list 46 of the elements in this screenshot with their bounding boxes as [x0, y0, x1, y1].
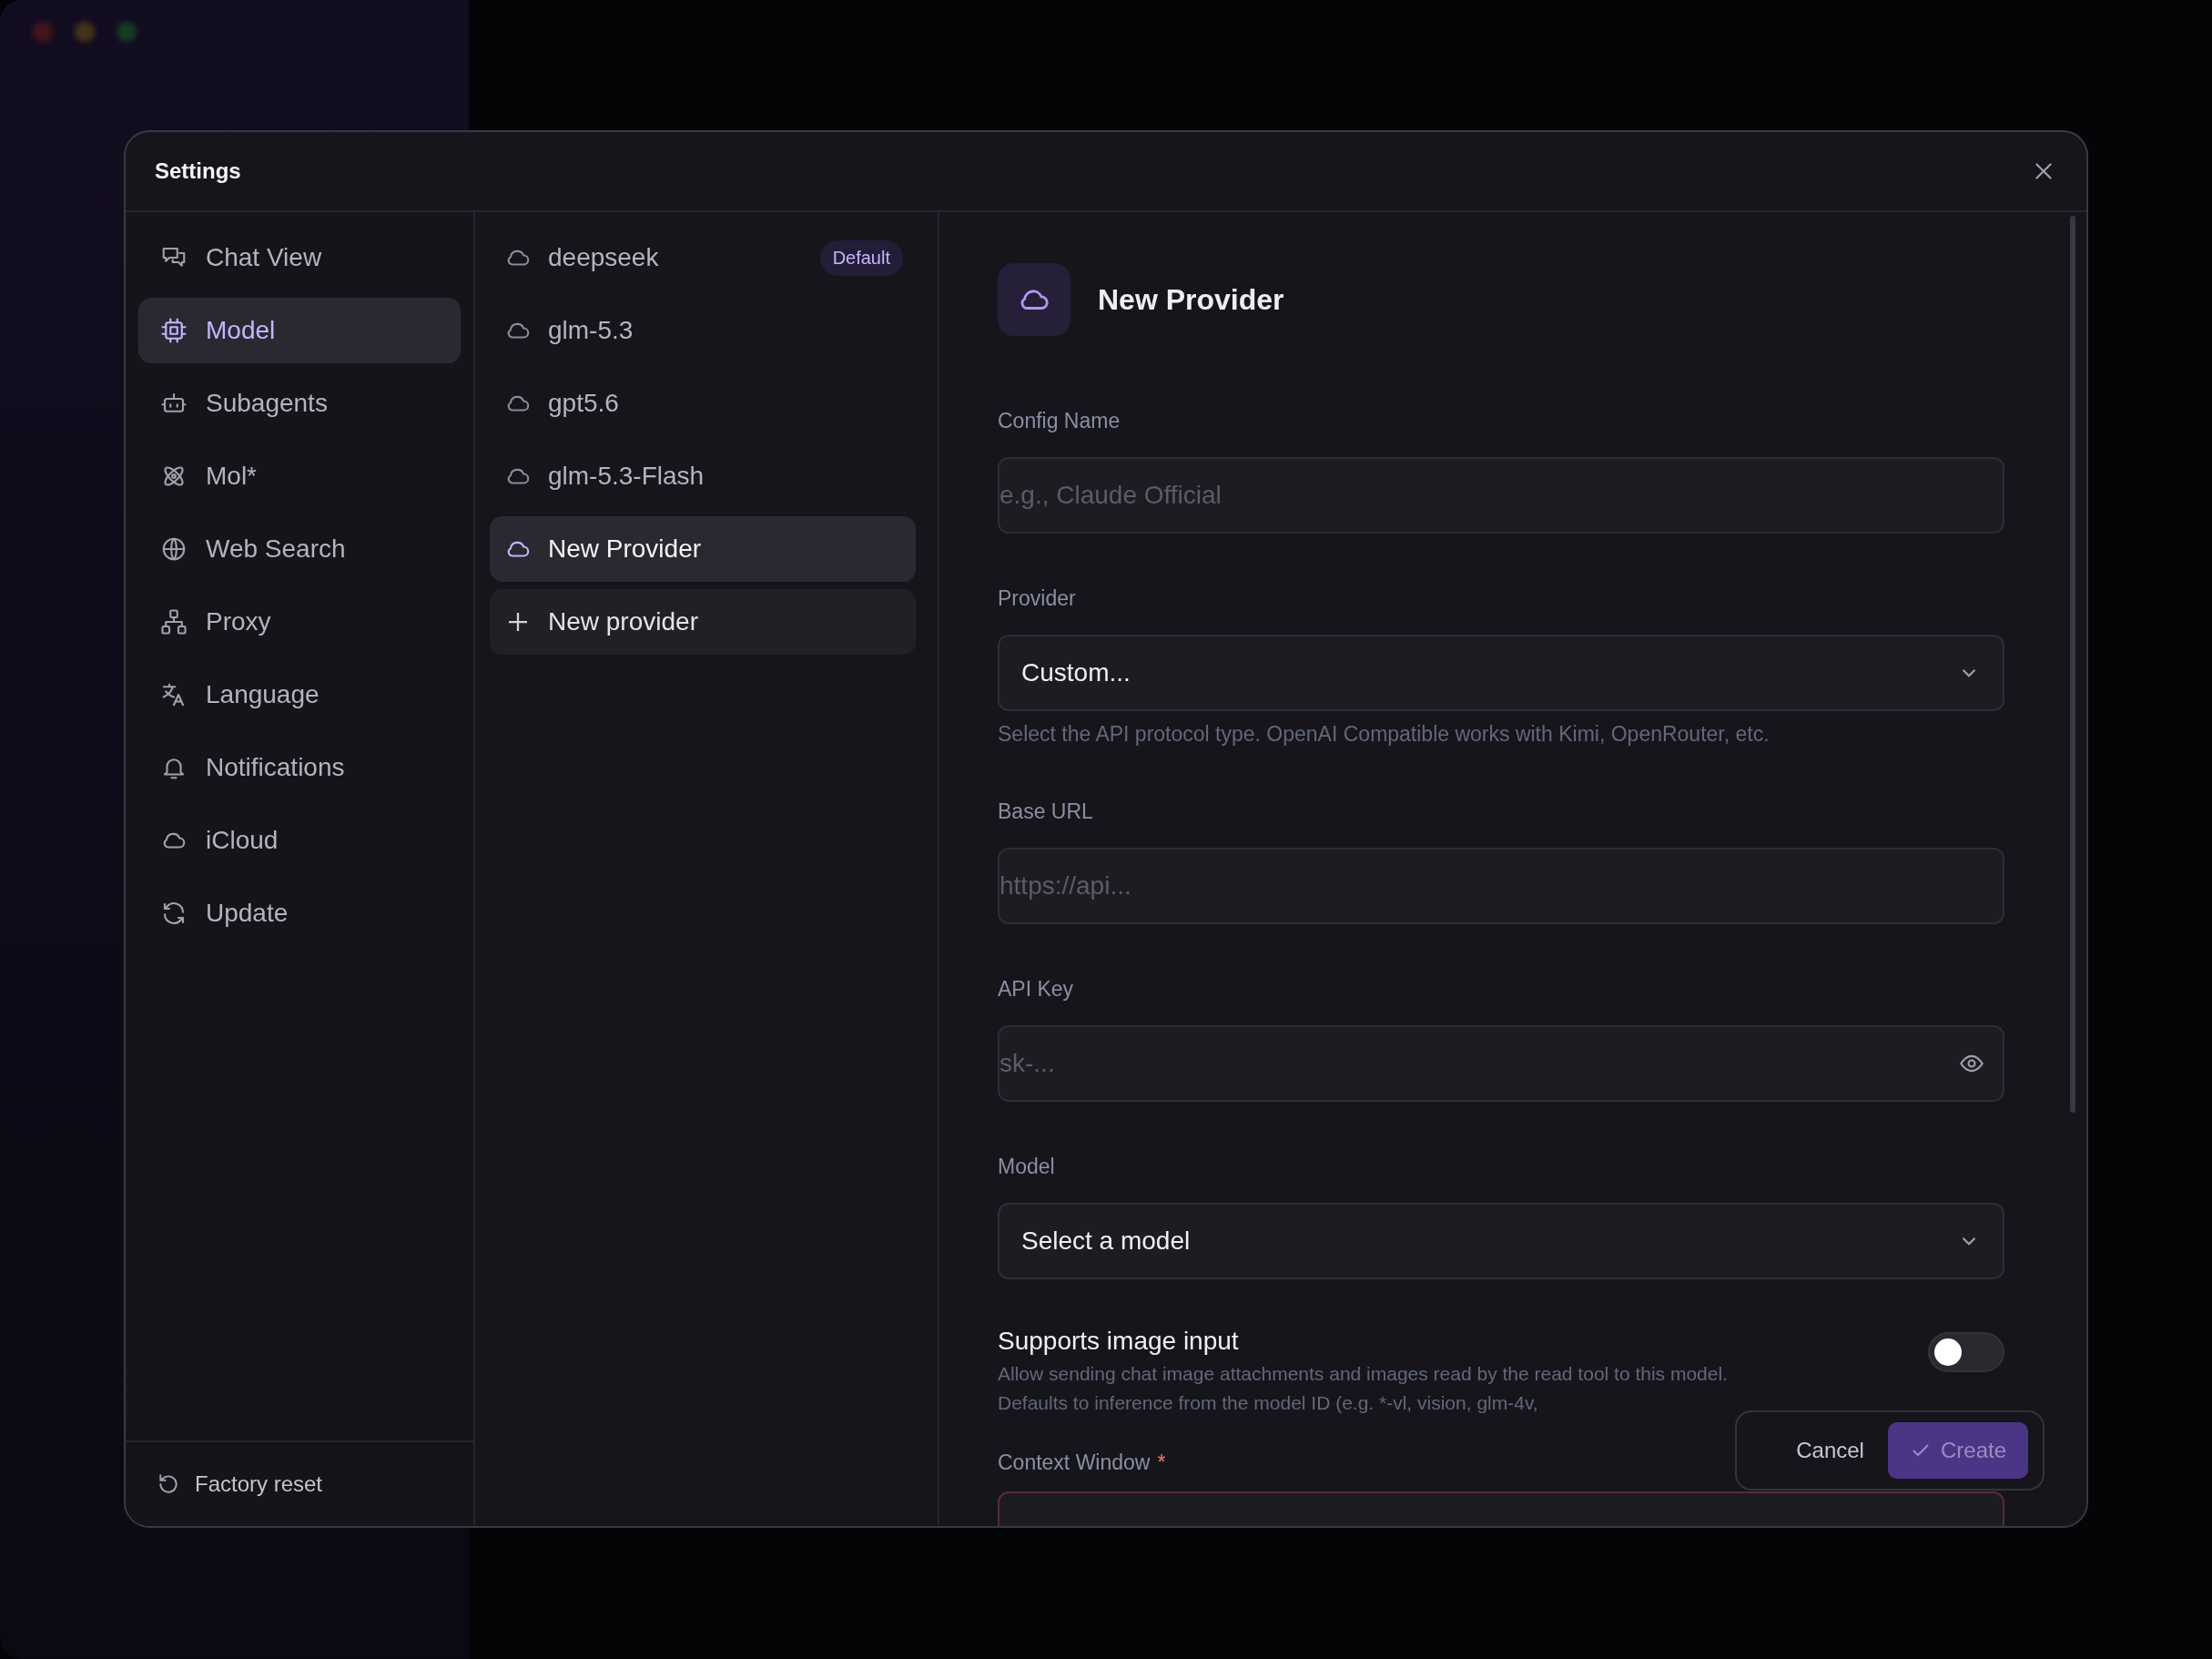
- nav-item[interactable]: Notifications: [138, 735, 461, 800]
- scrollbar[interactable]: [2070, 216, 2075, 1113]
- field-label: Config Name: [998, 409, 1121, 433]
- field-label: API Key: [998, 977, 1075, 1002]
- field-label: Base URL: [998, 799, 1094, 824]
- nav-item[interactable]: Mol*: [138, 443, 461, 509]
- field-label: Provider: [998, 586, 1077, 611]
- window-close-dot[interactable]: [33, 22, 53, 42]
- default-badge: Default: [819, 239, 903, 276]
- nav-item[interactable]: Model: [138, 298, 461, 363]
- toggle-description: Allow sending chat image attachments and images read by the read tool to this model. Defaults to inference from the model ID (e.g. *-vl, vision, glm-4v,: [998, 1362, 1729, 1415]
- provider-title: New Provider: [1098, 282, 1284, 317]
- provider-item[interactable]: glm-5.3: [490, 298, 916, 363]
- select-field[interactable]: Custom...: [998, 635, 2004, 711]
- provider-item[interactable]: glm-5.3-Flash: [490, 443, 916, 509]
- network-icon: [160, 608, 188, 636]
- input-field[interactable]: e.g., Claude Official: [998, 457, 2004, 534]
- window-zoom-dot[interactable]: [117, 22, 137, 42]
- window-minimize-dot[interactable]: [75, 22, 95, 42]
- select-field[interactable]: Select a model: [998, 1203, 2004, 1279]
- nav-item[interactable]: Update: [138, 880, 461, 946]
- factory-reset-button[interactable]: Factory reset: [157, 1471, 323, 1497]
- required-mark: *: [1157, 1450, 1166, 1475]
- field-hint: Select the API protocol type. OpenAI Compatible works with Kimi, OpenRouter, etc.: [998, 722, 1771, 747]
- dialog-title: Settings: [155, 158, 241, 184]
- toggle-switch[interactable]: [1928, 1332, 2004, 1372]
- field-label: Context Window: [998, 1450, 1151, 1475]
- reset-icon: [157, 1472, 180, 1496]
- toggle-label: Supports image input: [998, 1327, 1240, 1356]
- nav-item[interactable]: Language: [138, 662, 461, 728]
- cancel-button[interactable]: Cancel: [1787, 1425, 1873, 1476]
- nav-item[interactable]: Web Search: [138, 516, 461, 582]
- nav-item[interactable]: Subagents: [138, 371, 461, 436]
- new-provider-button[interactable]: New provider: [490, 589, 916, 655]
- nav-item[interactable]: Chat View: [138, 225, 461, 290]
- cloud-icon: [998, 263, 1070, 336]
- globe-icon: [160, 535, 188, 563]
- provider-item[interactable]: gpt5.6: [490, 371, 916, 436]
- provider-item[interactable]: New Provider: [490, 516, 916, 582]
- input-field[interactable]: https://api...: [998, 848, 2004, 924]
- chip-icon: [160, 317, 188, 344]
- field-label: Model: [998, 1155, 1056, 1179]
- api-key-field[interactable]: sk-...: [998, 1025, 2004, 1102]
- nav-item[interactable]: iCloud: [138, 808, 461, 873]
- provider-item[interactable]: deepseek Default: [490, 225, 916, 290]
- nav-item[interactable]: Proxy: [138, 589, 461, 655]
